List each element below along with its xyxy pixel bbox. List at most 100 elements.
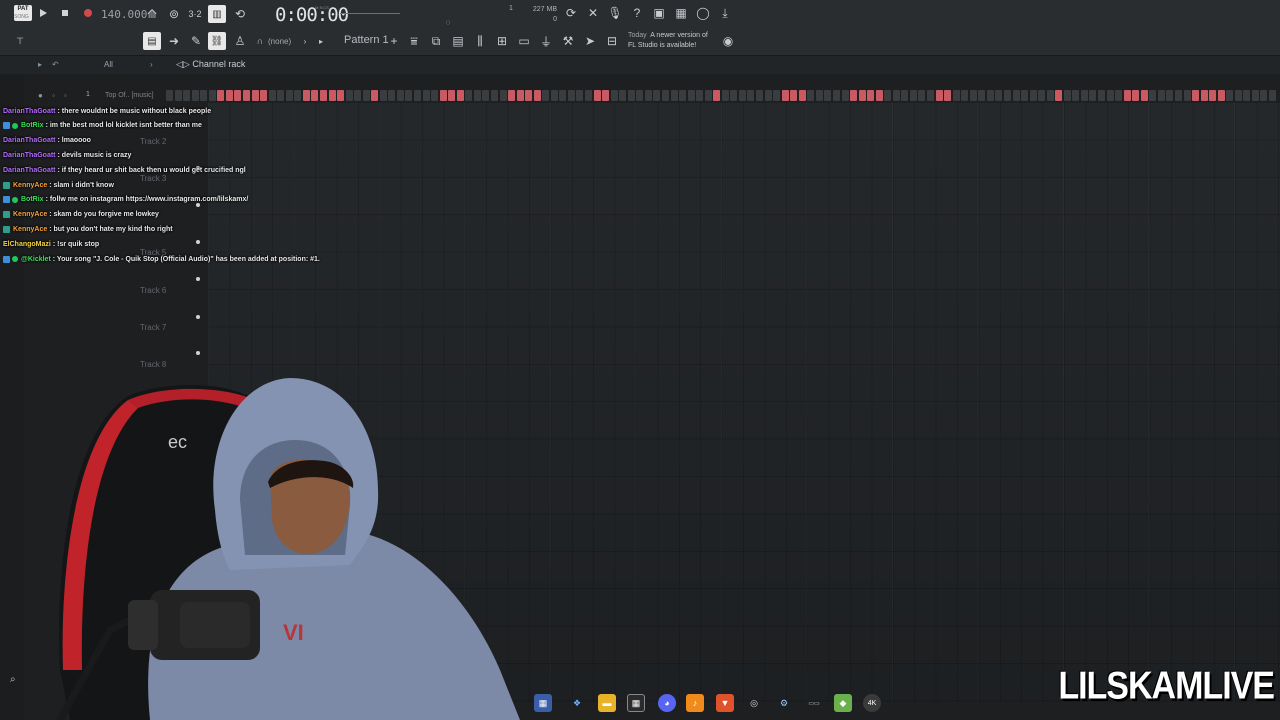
- app-icon[interactable]: ▭▭: [805, 694, 823, 712]
- step-button[interactable]: [721, 90, 729, 101]
- step-button[interactable]: [1166, 90, 1174, 101]
- step-button[interactable]: [995, 90, 1003, 101]
- step-button[interactable]: [841, 90, 849, 101]
- step-button[interactable]: [832, 90, 840, 101]
- steam-icon[interactable]: ⚙: [775, 694, 793, 712]
- step-button[interactable]: [379, 90, 387, 101]
- step-button[interactable]: [1209, 90, 1217, 101]
- app2-icon[interactable]: ◆: [834, 694, 852, 712]
- chat-username[interactable]: DarianThaGoatt: [3, 108, 56, 115]
- step-button[interactable]: [1149, 90, 1157, 101]
- step-button[interactable]: [225, 90, 233, 101]
- chat-username[interactable]: KennyAce: [13, 226, 47, 233]
- step-button[interactable]: [986, 90, 994, 101]
- wait-input-icon[interactable]: ⊚: [166, 6, 182, 22]
- step-button[interactable]: [1174, 90, 1182, 101]
- step-button[interactable]: [174, 90, 182, 101]
- step-button[interactable]: [345, 90, 353, 101]
- step-button[interactable]: [1192, 90, 1199, 101]
- time-display[interactable]: 0:00:00: [275, 4, 349, 26]
- step-button[interactable]: [901, 90, 909, 101]
- step-button[interactable]: [798, 90, 806, 101]
- fl-studio-icon[interactable]: ♪: [686, 694, 704, 712]
- track-mute-dot[interactable]: [196, 315, 200, 319]
- volume-knob-icon[interactable]: ◌: [440, 14, 456, 30]
- track-mute-dot[interactable]: [196, 277, 200, 281]
- step-button[interactable]: [294, 90, 302, 101]
- piano-roll-icon[interactable]: ⧉: [428, 33, 444, 49]
- channel-name[interactable]: Top Of.. [music]: [105, 92, 154, 99]
- brave-icon[interactable]: ▼: [716, 694, 734, 712]
- step-button[interactable]: [473, 90, 481, 101]
- browser-icon[interactable]: ⊞: [494, 33, 510, 49]
- step-button[interactable]: [268, 90, 276, 101]
- channel-filter[interactable]: All: [104, 60, 113, 69]
- channel-vol-icon[interactable]: ◦: [64, 91, 67, 100]
- step-button[interactable]: [1243, 90, 1251, 101]
- step-button[interactable]: [687, 90, 695, 101]
- step-button[interactable]: [1106, 90, 1114, 101]
- step-button[interactable]: [1072, 90, 1080, 101]
- step-button[interactable]: [465, 90, 473, 101]
- step-button[interactable]: [328, 90, 336, 101]
- step-button[interactable]: [208, 90, 216, 101]
- step-button[interactable]: [670, 90, 678, 101]
- step-button[interactable]: [593, 90, 601, 101]
- chat-username[interactable]: DarianThaGoatt: [3, 152, 56, 159]
- step-button[interactable]: [414, 90, 421, 101]
- step-button[interactable]: [773, 90, 781, 101]
- step-button[interactable]: [1012, 90, 1020, 101]
- step-button[interactable]: [337, 90, 344, 101]
- step-button[interactable]: [319, 90, 327, 101]
- step-button[interactable]: [200, 90, 208, 101]
- step-edit-icon[interactable]: ▥: [208, 5, 226, 23]
- step-button[interactable]: [242, 90, 250, 101]
- step-button[interactable]: [790, 90, 798, 101]
- step-button[interactable]: [1251, 90, 1259, 101]
- fl-logo-icon[interactable]: ◉: [720, 33, 736, 49]
- stamp-icon[interactable]: ♙: [232, 33, 248, 49]
- close-icon[interactable]: ✕: [585, 5, 601, 21]
- flag-icon[interactable]: ▦: [534, 694, 552, 712]
- step-button[interactable]: [533, 90, 541, 101]
- chat-username[interactable]: KennyAce: [13, 182, 47, 189]
- preset-selector[interactable]: (none): [268, 37, 291, 46]
- step-button[interactable]: [610, 90, 618, 101]
- countdown-icon[interactable]: 3·2: [187, 6, 203, 22]
- step-button[interactable]: [858, 90, 866, 101]
- chat-username[interactable]: DarianThaGoatt: [3, 137, 56, 144]
- search-icon[interactable]: ⌕: [10, 674, 16, 685]
- step-button[interactable]: [1234, 90, 1242, 101]
- step-button[interactable]: [516, 90, 524, 101]
- channel-mute-icon[interactable]: ●: [38, 91, 43, 100]
- playlist-icon[interactable]: ⩸: [406, 33, 422, 49]
- clipboard-icon[interactable]: ▭: [516, 33, 532, 49]
- store-icon[interactable]: ▦: [627, 694, 645, 712]
- step-button[interactable]: [1021, 90, 1028, 101]
- plugin-icon[interactable]: ▦: [673, 5, 689, 21]
- step-button[interactable]: [559, 90, 567, 101]
- track-label[interactable]: Track 2: [140, 137, 166, 146]
- step-button[interactable]: [661, 90, 669, 101]
- step-button[interactable]: [499, 90, 507, 101]
- step-button[interactable]: [738, 90, 746, 101]
- track-label[interactable]: Track 7: [140, 323, 166, 332]
- step-button[interactable]: [1200, 90, 1208, 101]
- step-button[interactable]: [978, 90, 986, 101]
- microphone-icon[interactable]: 🎙: [607, 5, 623, 21]
- track-label[interactable]: Track 8: [140, 360, 166, 369]
- chat-icon[interactable]: ◯: [695, 5, 711, 21]
- step-button[interactable]: [1132, 90, 1140, 101]
- step-button[interactable]: [1217, 90, 1225, 101]
- step-button[interactable]: [482, 90, 490, 101]
- mixer-icon[interactable]: ⫼: [472, 33, 488, 49]
- step-button[interactable]: [704, 90, 712, 101]
- download-icon[interactable]: ⤓: [717, 5, 733, 21]
- step-button[interactable]: [251, 90, 259, 101]
- step-button[interactable]: [969, 90, 977, 101]
- step-button[interactable]: [490, 90, 498, 101]
- track-mute-dot[interactable]: [196, 351, 200, 355]
- chrome-icon[interactable]: ◎: [745, 694, 763, 712]
- step-button[interactable]: [961, 90, 969, 101]
- step-button[interactable]: [1055, 90, 1063, 101]
